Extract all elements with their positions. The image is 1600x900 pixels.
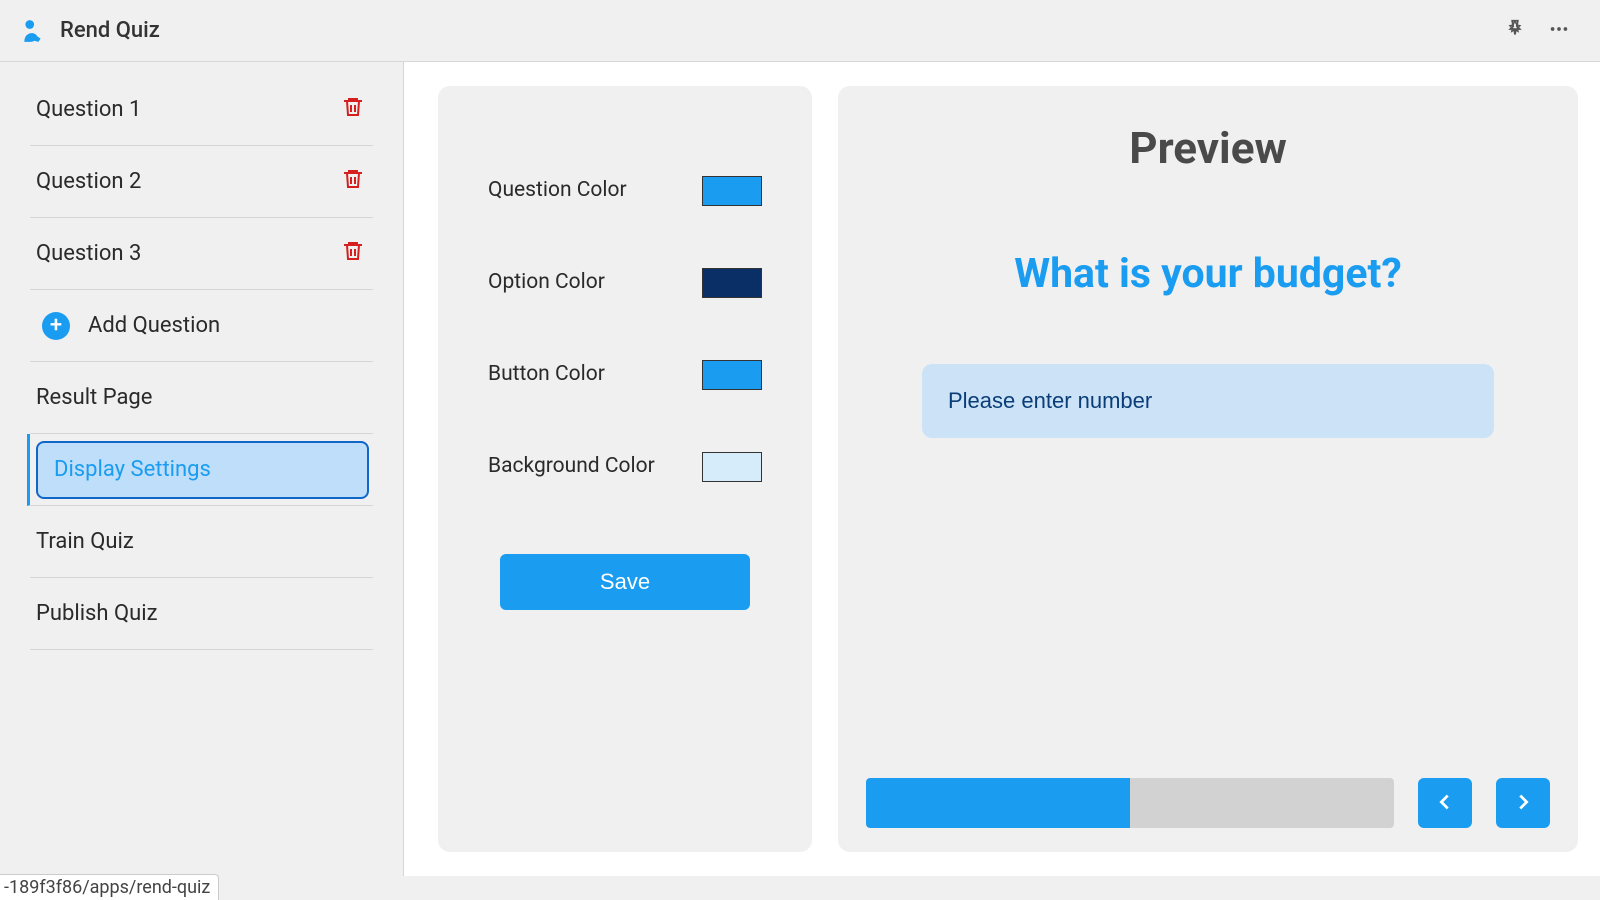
chevron-right-icon bbox=[1512, 791, 1534, 816]
option-color-row: Option Color bbox=[488, 268, 762, 298]
trash-icon[interactable] bbox=[341, 95, 365, 125]
sidebar-item-label: Train Quiz bbox=[36, 529, 134, 554]
progress-bar bbox=[866, 778, 1394, 828]
sidebar-item-label: Question 2 bbox=[36, 169, 141, 194]
preview-footer bbox=[866, 778, 1550, 828]
topbar-right bbox=[1504, 18, 1570, 44]
sidebar-item-display-settings[interactable]: Display Settings bbox=[27, 434, 373, 506]
background-color-label: Background Color bbox=[488, 453, 655, 480]
preview-number-input[interactable] bbox=[922, 364, 1494, 438]
preview-panel: Preview What is your budget? bbox=[838, 86, 1578, 852]
add-question-inner: + Add Question bbox=[36, 312, 220, 340]
more-icon[interactable] bbox=[1548, 18, 1570, 44]
button-color-label: Button Color bbox=[488, 361, 605, 388]
background-color-row: Background Color bbox=[488, 452, 762, 482]
app-logo-icon bbox=[20, 18, 46, 44]
prev-button[interactable] bbox=[1418, 778, 1472, 828]
plus-icon: + bbox=[42, 312, 70, 340]
sidebar-item-label: Result Page bbox=[36, 385, 152, 410]
option-color-swatch[interactable] bbox=[702, 268, 762, 298]
question-color-label: Question Color bbox=[488, 177, 627, 204]
question-color-row: Question Color bbox=[488, 176, 762, 206]
trash-icon[interactable] bbox=[341, 167, 365, 197]
button-color-swatch[interactable] bbox=[702, 360, 762, 390]
settings-panel: Question Color Option Color Button Color… bbox=[438, 86, 812, 852]
save-button[interactable]: Save bbox=[500, 554, 750, 610]
sidebar-item-label: Publish Quiz bbox=[36, 601, 158, 626]
pin-icon[interactable] bbox=[1504, 18, 1526, 44]
sidebar-item-result-page[interactable]: Result Page bbox=[30, 362, 373, 434]
sidebar-item-question-1[interactable]: Question 1 bbox=[30, 74, 373, 146]
sidebar: Question 1 Question 2 Question 3 + Add Q… bbox=[0, 62, 404, 876]
sidebar-item-question-3[interactable]: Question 3 bbox=[30, 218, 373, 290]
button-color-row: Button Color bbox=[488, 360, 762, 390]
main: Question Color Option Color Button Color… bbox=[404, 62, 1600, 876]
topbar: Rend Quiz bbox=[0, 0, 1600, 62]
topbar-left: Rend Quiz bbox=[20, 18, 160, 44]
active-highlight: Display Settings bbox=[36, 441, 369, 499]
sidebar-item-question-2[interactable]: Question 2 bbox=[30, 146, 373, 218]
next-button[interactable] bbox=[1496, 778, 1550, 828]
progress-fill bbox=[866, 778, 1130, 828]
app-title: Rend Quiz bbox=[60, 18, 160, 43]
question-color-swatch[interactable] bbox=[702, 176, 762, 206]
preview-input-wrap bbox=[922, 364, 1494, 438]
sidebar-item-label: Display Settings bbox=[54, 457, 211, 482]
preview-title: Preview bbox=[866, 122, 1550, 174]
sidebar-item-train-quiz[interactable]: Train Quiz bbox=[30, 506, 373, 578]
chevron-left-icon bbox=[1434, 791, 1456, 816]
sidebar-item-publish-quiz[interactable]: Publish Quiz bbox=[30, 578, 373, 650]
status-bar: -189f3f86/apps/rend-quiz bbox=[0, 874, 219, 900]
sidebar-item-add-question[interactable]: + Add Question bbox=[30, 290, 373, 362]
background-color-swatch[interactable] bbox=[702, 452, 762, 482]
trash-icon[interactable] bbox=[341, 239, 365, 269]
sidebar-item-label: Question 1 bbox=[36, 97, 141, 122]
layout: Question 1 Question 2 Question 3 + Add Q… bbox=[0, 62, 1600, 876]
sidebar-item-label: Question 3 bbox=[36, 241, 141, 266]
preview-question: What is your budget? bbox=[866, 250, 1550, 298]
option-color-label: Option Color bbox=[488, 269, 605, 296]
add-question-label: Add Question bbox=[88, 313, 220, 338]
